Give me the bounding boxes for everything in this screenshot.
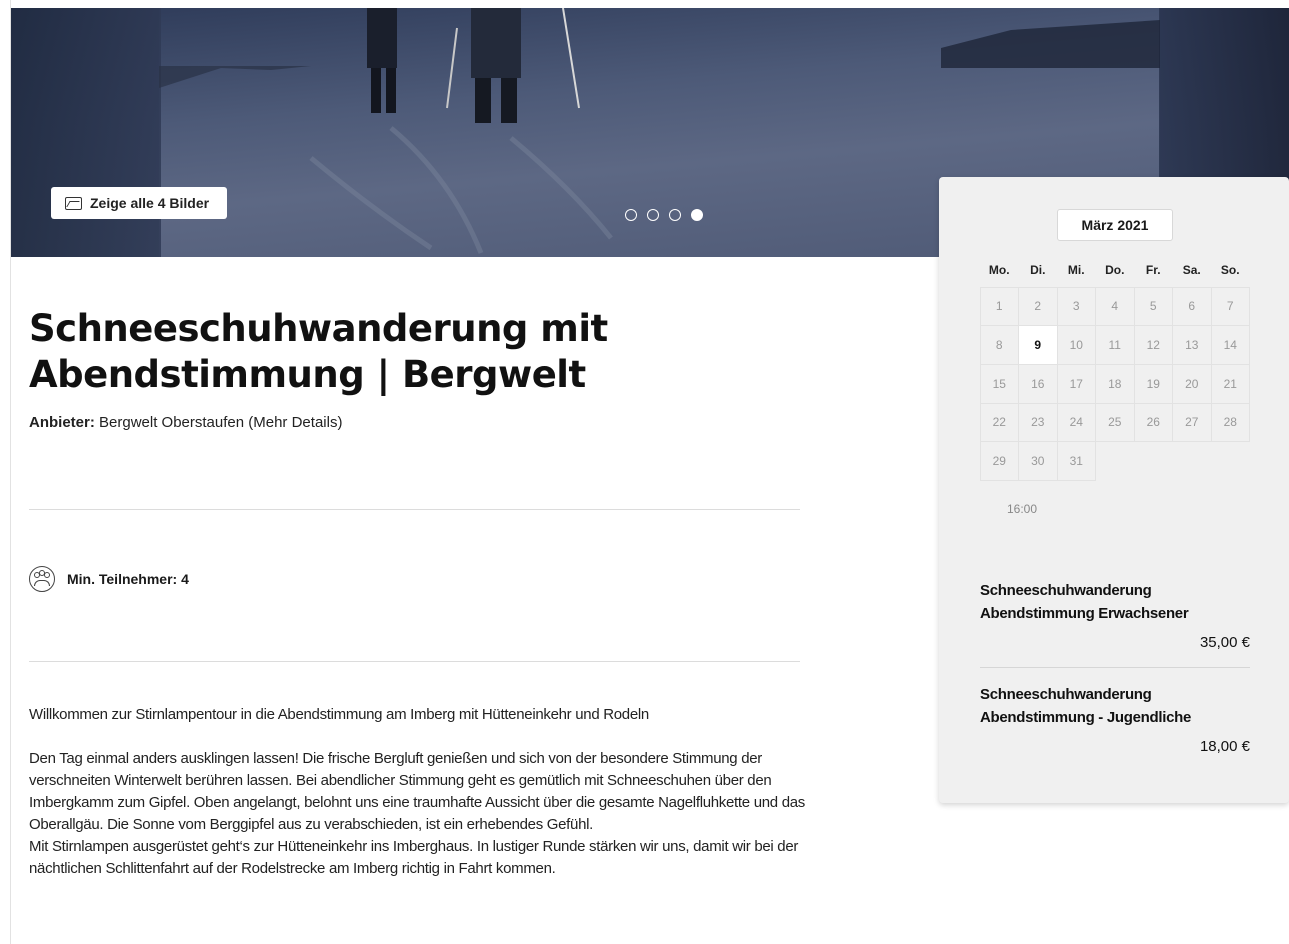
calendar-day-14[interactable]: 14 [1210, 325, 1250, 365]
calendar-day-4[interactable]: 4 [1095, 286, 1135, 327]
weekday-label: Sa. [1182, 263, 1201, 277]
calendar-grid: 1 2 3 4 5 6 7 8 9 10 11 12 13 14 15 16 17 18 19 20 21 22 23 24 2… [979, 286, 1250, 481]
calendar-day-29[interactable]: 29 [979, 441, 1019, 481]
weekday-label: Mi. [1067, 263, 1085, 277]
divider [29, 661, 800, 662]
calendar-weekdays: Mo. Di. Mi. Do. Fr. Sa. So. [980, 263, 1250, 277]
weekday-label: Fr. [1145, 263, 1161, 277]
calendar-day-26[interactable]: 26 [1133, 402, 1173, 443]
divider [29, 509, 800, 510]
weekday-label: Do. [1105, 263, 1125, 277]
calendar-day-23[interactable]: 23 [1018, 402, 1058, 443]
description-paragraph-2: Mit Stirnlampen ausgerüstet geht‘s zur H… [29, 838, 799, 877]
min-participants: Min. Teilnehmer: 4 [29, 566, 189, 592]
image-icon [65, 196, 82, 210]
carousel-dot-4[interactable] [691, 209, 703, 221]
calendar-day-25[interactable]: 25 [1095, 402, 1135, 443]
calendar-day-22[interactable]: 22 [979, 402, 1019, 443]
calendar-day-16[interactable]: 16 [1018, 363, 1058, 404]
carousel-dots [625, 209, 703, 221]
offer-name: Schneeschuhwanderung Abendstimmung Erwac… [980, 582, 1189, 622]
calendar-day-27[interactable]: 27 [1172, 402, 1212, 443]
calendar-day-9[interactable]: 9 [1018, 325, 1058, 365]
calendar-day-30[interactable]: 30 [1018, 441, 1058, 481]
calendar-day-21[interactable]: 21 [1210, 363, 1250, 404]
calendar-day-11[interactable]: 11 [1095, 325, 1135, 365]
offer-divider [980, 667, 1250, 668]
group-icon [29, 566, 55, 592]
calendar-day-12[interactable]: 12 [1133, 325, 1173, 365]
weekday-label: Di. [1030, 263, 1046, 277]
carousel-dot-1[interactable] [625, 209, 637, 221]
calendar-day-18[interactable]: 18 [1095, 363, 1135, 404]
calendar-day-20[interactable]: 20 [1172, 363, 1212, 404]
time-slot[interactable]: 16:00 [1007, 502, 1037, 516]
offer-price: 18,00 € [1199, 738, 1250, 755]
calendar-day-3[interactable]: 3 [1056, 286, 1096, 327]
description-intro: Willkommen zur Stirnlampentour in die Ab… [29, 706, 649, 723]
offer-item[interactable]: Schneeschuhwanderung Abendstimmung - Jug… [980, 683, 1250, 755]
page-left-border [0, 0, 11, 944]
calendar-day-24[interactable]: 24 [1056, 402, 1096, 443]
description-paragraph-1: Den Tag einmal anders ausklingen lassen!… [29, 750, 805, 833]
event-description: Willkommen zur Stirnlampentour in die Ab… [29, 704, 809, 880]
offer-price: 35,00 € [1199, 634, 1250, 651]
event-title: Schneeschuhwanderung mit Abendstimmung |… [29, 307, 608, 396]
calendar-day-13[interactable]: 13 [1172, 325, 1212, 365]
booking-panel: März 2021 Mo. Di. Mi. Do. Fr. Sa. So. 12345678… [939, 177, 1289, 803]
calendar-day-6[interactable]: 6 [1172, 286, 1212, 327]
calendar-day-2[interactable]: 2 [1018, 286, 1058, 327]
calendar-day-15[interactable]: 15 [979, 363, 1019, 404]
calendar-day-1[interactable]: 1 [979, 286, 1019, 327]
offer-item[interactable]: Schneeschuhwanderung Abendstimmung Erwac… [980, 579, 1250, 651]
carousel-dot-3[interactable] [669, 209, 681, 221]
offer-name: Schneeschuhwanderung Abendstimmung - Jug… [980, 686, 1192, 726]
calendar-day-31[interactable]: 31 [1056, 441, 1096, 481]
calendar-day-5[interactable]: 5 [1133, 286, 1173, 327]
carousel-dot-2[interactable] [647, 209, 659, 221]
calendar-day-19[interactable]: 19 [1133, 363, 1173, 404]
calendar-day-10[interactable]: 10 [1056, 325, 1096, 365]
calendar-day-7[interactable]: 7 [1210, 286, 1250, 327]
calendar-day-28[interactable]: 28 [1210, 402, 1250, 443]
calendar-day-8[interactable]: 8 [979, 325, 1019, 365]
min-participants-label: Min. Teilnehmer: 4 [67, 571, 189, 587]
provider-link[interactable]: Bergwelt Oberstaufen (Mehr Details) [99, 414, 342, 431]
weekday-label: Mo. [988, 263, 1010, 277]
show-all-images-button[interactable]: Zeige alle 4 Bilder [51, 187, 228, 219]
provider-label: Anbieter: [29, 414, 95, 431]
month-selector-button[interactable]: März 2021 [1057, 209, 1173, 241]
calendar-day-17[interactable]: 17 [1056, 363, 1096, 404]
provider-line: Anbieter: Bergwelt Oberstaufen (Mehr Det… [29, 414, 342, 431]
show-all-images-label: Zeige alle 4 Bilder [90, 195, 210, 211]
weekday-label: So. [1220, 263, 1240, 277]
